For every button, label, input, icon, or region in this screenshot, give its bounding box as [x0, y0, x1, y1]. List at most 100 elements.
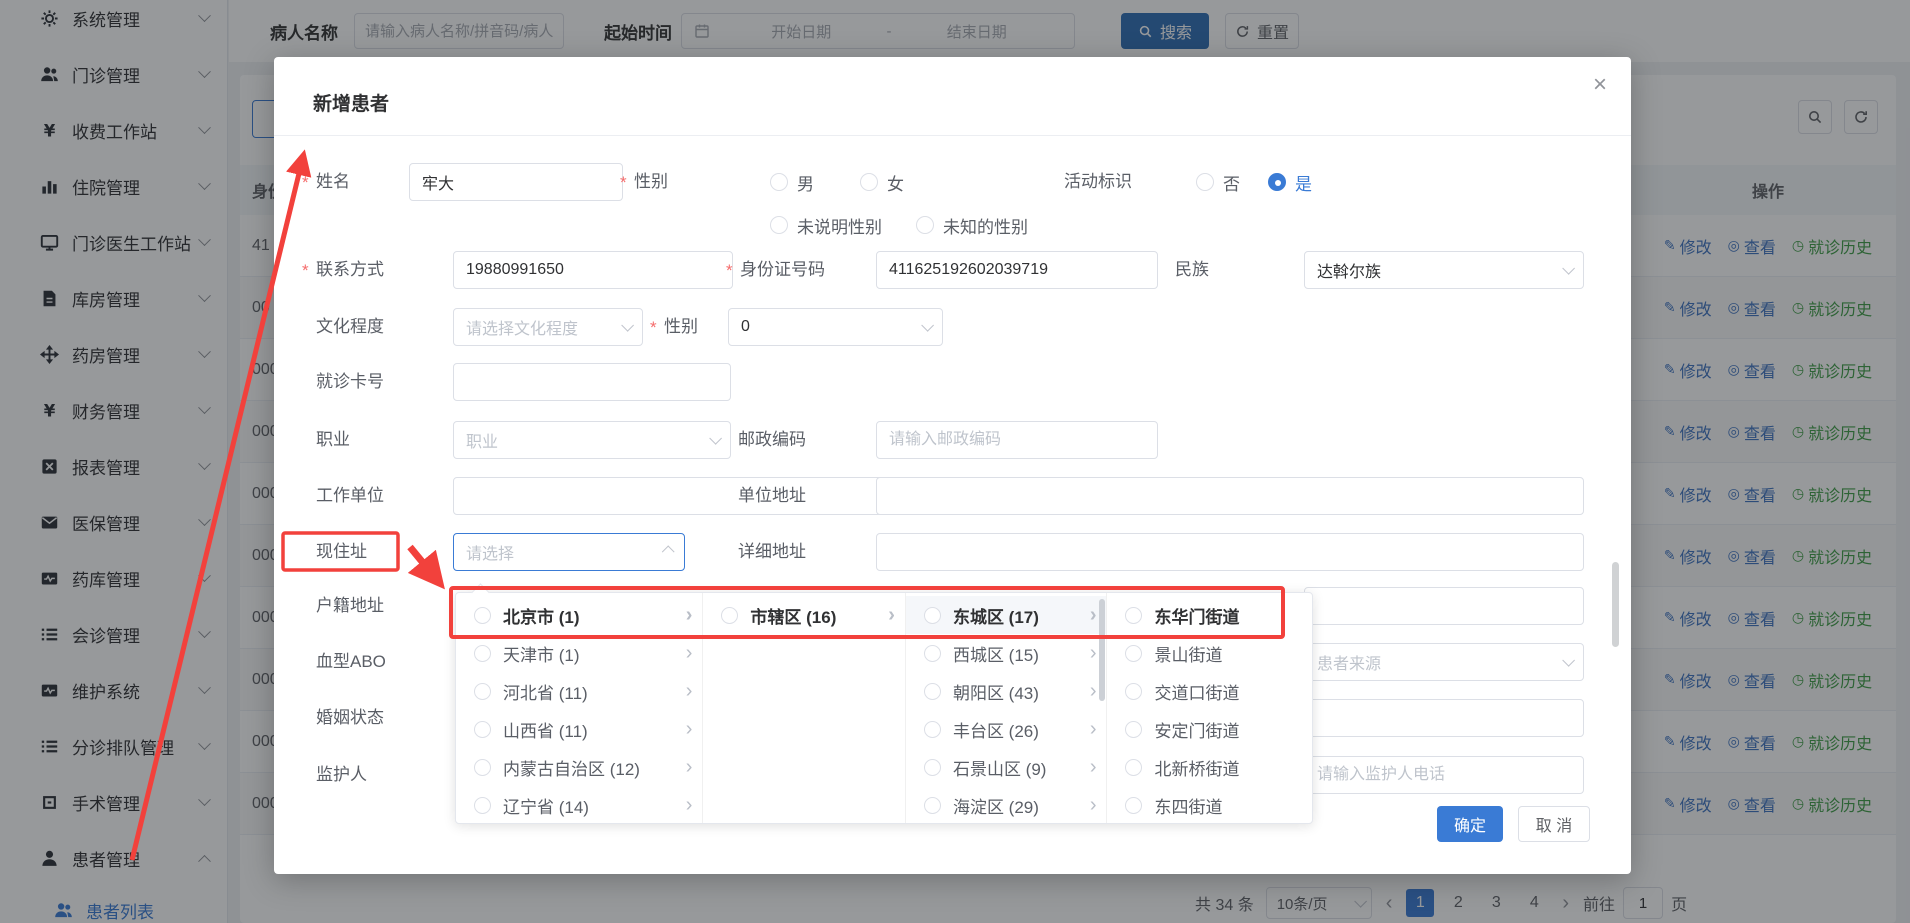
work-address-label: 单位地址	[738, 477, 806, 515]
radio-icon[interactable]	[1125, 645, 1142, 662]
required-asterisk: *	[302, 163, 309, 201]
cascader-option[interactable]: 丰台区 (26) ›	[906, 710, 1107, 748]
radio-active-yes[interactable]: 是	[1268, 163, 1312, 201]
radio-icon[interactable]	[474, 645, 491, 662]
chevron-right-icon: ›	[888, 605, 895, 625]
radio-icon[interactable]	[721, 607, 738, 624]
radio-gender-unstated[interactable]: 未说明性别	[770, 206, 882, 244]
radio-icon[interactable]	[474, 607, 491, 624]
cascader-option[interactable]: 交道口街道	[1107, 672, 1312, 710]
chevron-right-icon: ›	[686, 757, 693, 777]
detail-address-label: 详细地址	[738, 533, 806, 571]
radio-icon[interactable]	[1125, 759, 1142, 776]
chevron-right-icon: ›	[686, 643, 693, 663]
phone-input[interactable]	[453, 251, 733, 289]
patient-source-select[interactable]: 患者来源	[1304, 643, 1584, 681]
cascader-option[interactable]: 东四街道	[1107, 786, 1312, 824]
cascader-column-1: 北京市 (1) › 天津市 (1) › 河北省 (11) › 山西省 (11) …	[456, 593, 703, 823]
cascader-option[interactable]: 安定门街道	[1107, 710, 1312, 748]
cascader-option[interactable]: 朝阳区 (43) ›	[906, 672, 1107, 710]
chevron-down-icon	[1562, 262, 1575, 275]
cascader-option[interactable]: 景山街道	[1107, 634, 1312, 672]
ethnic-select[interactable]: 达斡尔族	[1304, 251, 1584, 289]
radio-icon[interactable]	[1125, 607, 1142, 624]
cascader-column-3: 东城区 (17) › 西城区 (15) › 朝阳区 (43) › 丰台区 (26…	[906, 593, 1108, 823]
active-flag-label: 活动标识	[1064, 163, 1132, 201]
modal-scrollbar[interactable]	[1612, 562, 1619, 647]
chevron-right-icon: ›	[686, 605, 693, 625]
cascader-option[interactable]: 内蒙古自治区 (12) ›	[456, 748, 702, 786]
idcard-input[interactable]	[876, 251, 1158, 289]
gender-label: 性别	[634, 163, 668, 201]
radio-icon[interactable]	[1125, 683, 1142, 700]
name-input[interactable]	[409, 163, 623, 201]
chevron-right-icon: ›	[1090, 719, 1097, 739]
guardian-label: 监护人	[316, 756, 367, 794]
guardian-phone-input[interactable]	[1304, 756, 1584, 794]
cascader-option[interactable]: 河北省 (11) ›	[456, 672, 702, 710]
chevron-down-icon	[921, 319, 934, 332]
cascader-scrollbar[interactable]	[1099, 599, 1105, 701]
detail-address-input[interactable]	[876, 533, 1584, 571]
current-address-cascader-select[interactable]: 请选择	[453, 533, 685, 571]
cascader-option[interactable]: 山西省 (11) ›	[456, 710, 702, 748]
cascader-option[interactable]: 北京市 (1) ›	[456, 596, 702, 634]
job-select[interactable]: 职业	[453, 421, 731, 459]
radio-icon[interactable]	[924, 683, 941, 700]
visit-card-input[interactable]	[453, 363, 731, 401]
cascader-option[interactable]: 西城区 (15) ›	[906, 634, 1107, 672]
radio-icon[interactable]	[924, 721, 941, 738]
cascader-option[interactable]: 市辖区 (16) ›	[703, 596, 905, 634]
radio-gender-unknown[interactable]: 未知的性别	[916, 206, 1028, 244]
close-icon[interactable]: ×	[1593, 73, 1607, 97]
required-asterisk: *	[726, 251, 733, 289]
chevron-down-icon	[1562, 654, 1575, 667]
gender2-select[interactable]: 0	[728, 308, 943, 346]
cancel-button[interactable]: 取 消	[1518, 806, 1590, 842]
radio-active-no[interactable]: 否	[1196, 163, 1240, 201]
confirm-button[interactable]: 确定	[1437, 806, 1503, 842]
name-label: 姓名	[316, 163, 350, 201]
radio-icon	[770, 216, 788, 234]
education-select[interactable]: 请选择文化程度	[453, 308, 643, 346]
cascader-option[interactable]: 辽宁省 (14) ›	[456, 786, 702, 824]
radio-icon[interactable]	[1125, 721, 1142, 738]
address-cascader-panel: 北京市 (1) › 天津市 (1) › 河北省 (11) › 山西省 (11) …	[455, 592, 1313, 824]
chevron-right-icon: ›	[1090, 757, 1097, 777]
marriage-right-input[interactable]	[1304, 699, 1584, 737]
cascader-option[interactable]: 东城区 (17) ›	[906, 596, 1107, 634]
education-label: 文化程度	[316, 308, 384, 346]
chevron-right-icon: ›	[1090, 681, 1097, 701]
chevron-down-icon	[709, 432, 722, 445]
zip-input[interactable]	[876, 421, 1158, 459]
radio-icon[interactable]	[474, 721, 491, 738]
radio-selected-icon	[1268, 173, 1286, 191]
chevron-right-icon: ›	[686, 719, 693, 739]
radio-icon[interactable]	[924, 759, 941, 776]
cascader-option[interactable]: 北新桥街道	[1107, 748, 1312, 786]
current-address-label: 现住址	[316, 533, 367, 571]
required-asterisk: *	[620, 163, 627, 201]
modal-title: 新增患者	[313, 89, 389, 116]
cascader-option[interactable]: 石景山区 (9) ›	[906, 748, 1107, 786]
radio-icon[interactable]	[924, 797, 941, 814]
cascader-option[interactable]: 东华门街道	[1107, 596, 1312, 634]
hukou-label: 户籍地址	[316, 587, 384, 625]
radio-icon[interactable]	[924, 645, 941, 662]
cascader-option[interactable]: 海淀区 (29) ›	[906, 786, 1107, 824]
hukou-right-input[interactable]	[1304, 587, 1584, 625]
work-address-input[interactable]	[876, 477, 1584, 515]
phone-label: 联系方式	[316, 251, 384, 289]
radio-icon[interactable]	[1125, 797, 1142, 814]
divider	[274, 135, 1631, 136]
work-unit-input[interactable]	[453, 477, 885, 515]
radio-icon[interactable]	[474, 797, 491, 814]
radio-icon[interactable]	[474, 759, 491, 776]
radio-female[interactable]: 女	[860, 163, 904, 201]
chevron-down-icon	[621, 319, 634, 332]
radio-icon[interactable]	[924, 607, 941, 624]
radio-male[interactable]: 男	[770, 163, 814, 201]
cascader-option[interactable]: 天津市 (1) ›	[456, 634, 702, 672]
radio-icon[interactable]	[474, 683, 491, 700]
gender2-label: 性别	[664, 308, 698, 346]
